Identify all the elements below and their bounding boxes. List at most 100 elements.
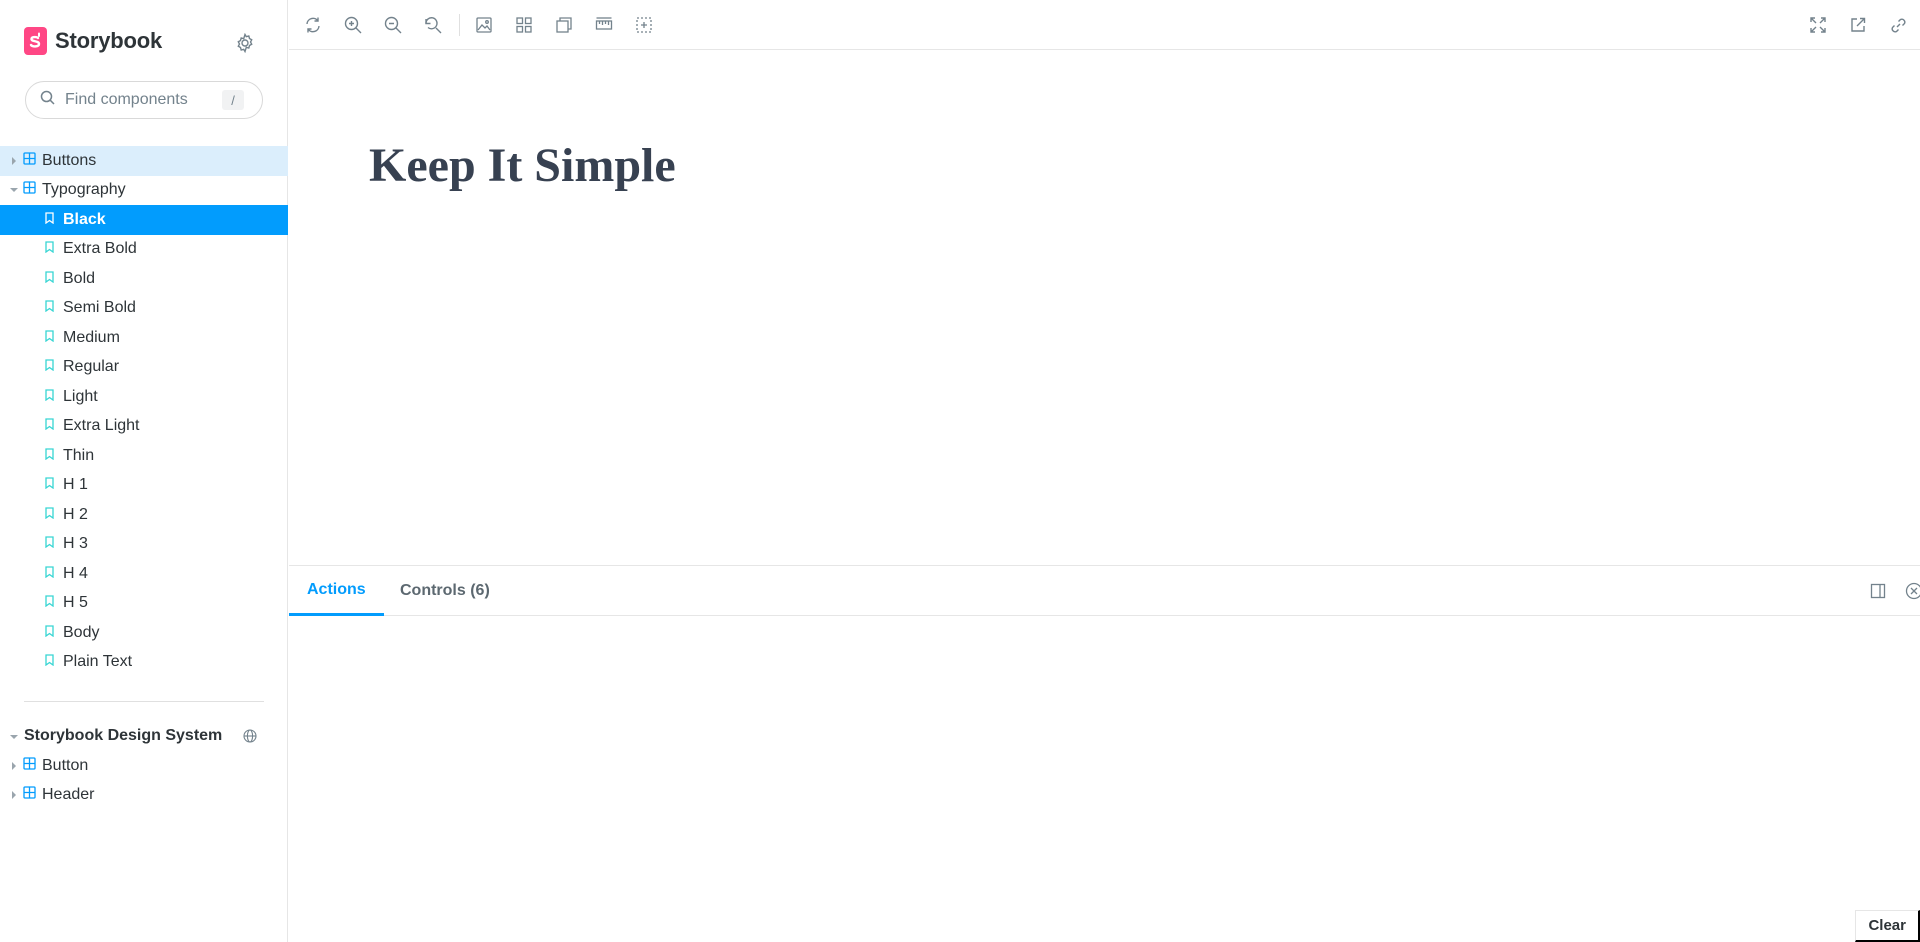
component-tree: Buttons Typography Black Extra Bold Bold Se… xyxy=(0,146,288,677)
bookmark-icon xyxy=(45,358,54,376)
tree-story-label: H 4 xyxy=(63,564,88,582)
tree-component-buttons[interactable]: Buttons xyxy=(0,146,288,176)
bookmark-icon xyxy=(45,299,54,317)
tree-story-item[interactable]: Semi Bold xyxy=(0,294,288,324)
tree-component-label: Buttons xyxy=(42,151,97,169)
tree-story-label: Body xyxy=(63,623,100,641)
tree-story-item[interactable]: Thin xyxy=(0,441,288,471)
sidebar-divider xyxy=(24,701,264,702)
tree-story-label: Extra Bold xyxy=(63,240,137,258)
tree-story-label: Plain Text xyxy=(63,653,133,671)
chevron-right-icon xyxy=(10,761,18,770)
tree-story-label: H 5 xyxy=(63,594,88,612)
tree-story-item[interactable]: Regular xyxy=(0,353,288,383)
tree-story-label: Regular xyxy=(63,358,120,376)
tree-story-item[interactable]: Plain Text xyxy=(0,648,288,678)
tree-story-item[interactable]: Medium xyxy=(0,323,288,353)
component-icon xyxy=(23,757,36,775)
ref-component-header[interactable]: Header xyxy=(0,781,288,811)
tree-component-typography[interactable]: Typography xyxy=(0,176,288,206)
ref-component-label: Header xyxy=(42,786,95,804)
close-panel-icon[interactable] xyxy=(1902,579,1920,603)
toolbar-separator xyxy=(459,14,460,36)
grid-icon[interactable] xyxy=(512,13,536,37)
tree-story-item[interactable]: Black xyxy=(0,205,288,235)
bookmark-icon xyxy=(45,506,54,524)
settings-gear-icon[interactable] xyxy=(233,31,257,55)
tree-story-item[interactable]: Light xyxy=(0,382,288,412)
tab-actions[interactable]: Actions xyxy=(289,566,384,616)
tree-component-label: Typography xyxy=(42,181,126,199)
ref-component-label: Button xyxy=(42,756,89,774)
zoom-in-icon[interactable] xyxy=(341,13,365,37)
tree-story-label: H 1 xyxy=(63,476,88,494)
measure-ruler-icon[interactable] xyxy=(592,13,616,37)
tree-story-label: Black xyxy=(63,210,106,228)
bookmark-icon xyxy=(45,565,54,583)
sidebar: Storybook / Buttons Typography Black Extr… xyxy=(0,0,288,942)
tree-story-label: Semi Bold xyxy=(63,299,136,317)
panel-tabs: Actions Controls (6) xyxy=(289,566,1920,616)
brand[interactable]: Storybook xyxy=(24,27,162,55)
search-shortcut-hint: / xyxy=(222,90,244,110)
search-icon xyxy=(40,90,55,110)
bookmark-icon xyxy=(45,594,54,612)
addon-panel: Actions Controls (6) Clear xyxy=(289,565,1920,942)
tree-story-item[interactable]: H 3 xyxy=(0,530,288,560)
tree-story-label: Light xyxy=(63,387,98,405)
tree-story-label: Extra Light xyxy=(63,417,140,435)
search-box[interactable]: / xyxy=(25,81,263,119)
tree-story-item[interactable]: Body xyxy=(0,618,288,648)
bookmark-icon xyxy=(45,535,54,553)
tree-story-item[interactable]: Bold xyxy=(0,264,288,294)
zoom-out-icon[interactable] xyxy=(381,13,405,37)
fullscreen-icon[interactable] xyxy=(1806,13,1830,37)
storybook-logo-icon xyxy=(24,27,47,55)
tree-story-label: H 2 xyxy=(63,505,88,523)
tree-story-label: H 3 xyxy=(63,535,88,553)
bookmark-icon xyxy=(45,329,54,347)
component-icon xyxy=(23,152,36,170)
brand-name: Storybook xyxy=(55,28,162,53)
tree-story-label: Thin xyxy=(63,446,95,464)
preview-toolbar xyxy=(289,0,1920,50)
tree-story-item[interactable]: Extra Light xyxy=(0,412,288,442)
ref-component-button[interactable]: Button xyxy=(0,751,288,781)
tree-story-item[interactable]: H 5 xyxy=(0,589,288,619)
tree-story-item[interactable]: H 1 xyxy=(0,471,288,501)
bookmark-icon xyxy=(45,653,54,671)
clear-button[interactable]: Clear xyxy=(1855,910,1920,942)
reload-icon[interactable] xyxy=(301,13,325,37)
outline-icon[interactable] xyxy=(632,13,656,37)
bookmark-icon xyxy=(45,270,54,288)
zoom-reset-icon[interactable] xyxy=(421,13,445,37)
tree-story-item[interactable]: H 2 xyxy=(0,500,288,530)
background-image-icon[interactable] xyxy=(472,13,496,37)
bookmark-icon xyxy=(45,624,54,642)
copy-link-icon[interactable] xyxy=(1886,13,1910,37)
panel-orientation-icon[interactable] xyxy=(1866,579,1890,603)
tree-story-item[interactable]: Extra Bold xyxy=(0,235,288,265)
bookmark-icon xyxy=(45,447,54,465)
globe-icon[interactable] xyxy=(243,729,257,748)
chevron-right-icon xyxy=(10,791,18,800)
bookmark-icon xyxy=(45,476,54,494)
chevron-down-icon xyxy=(10,186,18,194)
bookmark-icon xyxy=(45,417,54,435)
tree-story-item[interactable]: H 4 xyxy=(0,559,288,589)
bookmark-icon xyxy=(45,240,54,258)
open-new-tab-icon[interactable] xyxy=(1846,13,1870,37)
component-icon xyxy=(23,786,36,804)
viewport-icon[interactable] xyxy=(552,13,576,37)
search-input[interactable] xyxy=(65,91,215,109)
chevron-right-icon xyxy=(10,156,18,165)
bookmark-icon xyxy=(45,211,54,229)
tab-controls[interactable]: Controls (6) xyxy=(382,566,508,616)
ref-tree: Button Header xyxy=(0,751,288,810)
ref-title: Storybook Design System xyxy=(24,727,223,744)
preview-canvas: Keep It Simple xyxy=(289,51,1920,565)
chevron-down-icon xyxy=(10,727,18,745)
ref-header[interactable]: Storybook Design System xyxy=(0,722,288,750)
bookmark-icon xyxy=(45,388,54,406)
component-icon xyxy=(23,181,36,199)
